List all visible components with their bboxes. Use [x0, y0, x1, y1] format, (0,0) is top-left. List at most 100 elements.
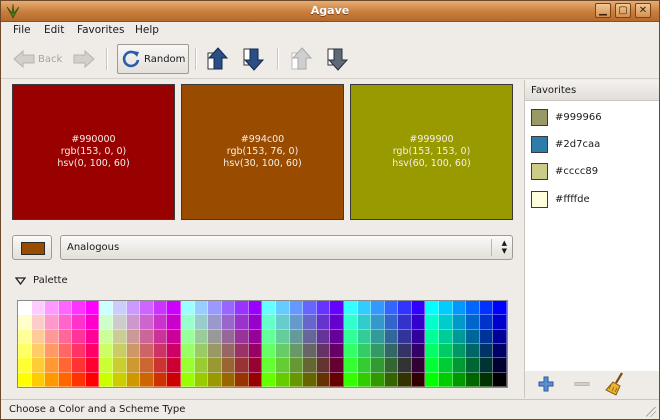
palette-cell[interactable] — [99, 343, 114, 359]
palette-cell[interactable] — [180, 358, 195, 373]
palette-cell[interactable] — [248, 358, 263, 373]
palette-cell[interactable] — [452, 358, 467, 373]
palette-cell[interactable] — [208, 329, 222, 344]
palette-cell[interactable] — [45, 329, 59, 344]
palette-cell[interactable] — [126, 301, 141, 316]
palette-cell[interactable] — [276, 343, 290, 359]
palette-cell[interactable] — [126, 315, 141, 330]
palette-cell[interactable] — [289, 315, 304, 330]
palette-cell[interactable] — [208, 301, 222, 316]
palette-cell[interactable] — [194, 343, 209, 359]
maximize-button[interactable]: ▢ — [615, 3, 631, 18]
palette-cell[interactable] — [466, 315, 480, 330]
palette-cell[interactable] — [303, 372, 317, 387]
palette-cell[interactable] — [58, 315, 73, 330]
menu-favorites[interactable]: Favorites — [77, 24, 124, 36]
palette-cell[interactable] — [398, 372, 412, 387]
palette-cell[interactable] — [194, 301, 209, 316]
palette-cell[interactable] — [262, 372, 277, 387]
color-picker-button[interactable] — [12, 235, 52, 260]
palette-cell[interactable] — [208, 358, 222, 373]
palette-cell[interactable] — [479, 315, 494, 330]
palette-cell[interactable] — [235, 329, 249, 344]
palette-cell[interactable] — [439, 301, 453, 316]
palette-cell[interactable] — [316, 372, 331, 387]
palette-cell[interactable] — [99, 358, 114, 373]
palette-cell[interactable] — [18, 358, 32, 373]
palette-cell[interactable] — [113, 315, 127, 330]
palette-cell[interactable] — [85, 301, 100, 316]
palette-cell[interactable] — [153, 358, 168, 373]
palette-cell[interactable] — [479, 372, 494, 387]
palette-cell[interactable] — [31, 315, 46, 330]
palette-cell[interactable] — [493, 358, 507, 373]
palette-cell[interactable] — [343, 358, 358, 373]
palette-cell[interactable] — [221, 301, 236, 316]
palette-cell[interactable] — [411, 301, 426, 316]
menu-edit[interactable]: Edit — [44, 24, 64, 36]
palette-cell[interactable] — [208, 372, 222, 387]
palette-cell[interactable] — [343, 372, 358, 387]
palette-cell[interactable] — [85, 358, 100, 373]
palette-cell[interactable] — [330, 372, 344, 387]
palette-cell[interactable] — [289, 372, 304, 387]
broom-clear-icon[interactable] — [605, 372, 627, 396]
palette-cell[interactable] — [384, 372, 399, 387]
palette-cell[interactable] — [439, 358, 453, 373]
palette-cell[interactable] — [167, 329, 181, 344]
palette-cell[interactable] — [208, 315, 222, 330]
favorite-item[interactable]: #cccc89 — [531, 161, 598, 181]
menu-file[interactable]: File — [13, 24, 31, 36]
palette-cell[interactable] — [411, 343, 426, 359]
palette-cell[interactable] — [99, 301, 114, 316]
palette-cell[interactable] — [303, 329, 317, 344]
palette-cell[interactable] — [384, 301, 399, 316]
remove-favorite-icon[interactable] — [574, 376, 590, 392]
palette-cell[interactable] — [31, 358, 46, 373]
palette-cell[interactable] — [153, 315, 168, 330]
palette-cell[interactable] — [140, 372, 154, 387]
palette-cell[interactable] — [58, 358, 73, 373]
palette-cell[interactable] — [31, 343, 46, 359]
saturate-button[interactable] — [291, 44, 313, 74]
palette-cell[interactable] — [153, 343, 168, 359]
palette-cell[interactable] — [425, 329, 440, 344]
palette-cell[interactable] — [31, 329, 46, 344]
random-button[interactable]: Random — [117, 44, 190, 74]
palette-cell[interactable] — [466, 301, 480, 316]
palette-cell[interactable] — [113, 343, 127, 359]
palette-cell[interactable] — [425, 315, 440, 330]
palette-cell[interactable] — [316, 358, 331, 373]
palette-cell[interactable] — [194, 372, 209, 387]
palette-cell[interactable] — [371, 315, 385, 330]
palette-cell[interactable] — [262, 343, 277, 359]
palette-cell[interactable] — [194, 329, 209, 344]
palette-cell[interactable] — [493, 343, 507, 359]
palette-cell[interactable] — [343, 329, 358, 344]
palette-cell[interactable] — [126, 329, 141, 344]
palette-cell[interactable] — [167, 301, 181, 316]
palette-cell[interactable] — [452, 329, 467, 344]
palette-cell[interactable] — [72, 301, 86, 316]
palette-cell[interactable] — [58, 372, 73, 387]
palette-cell[interactable] — [221, 329, 236, 344]
palette-cell[interactable] — [248, 372, 263, 387]
palette-expander[interactable]: Palette — [15, 275, 68, 286]
palette-cell[interactable] — [411, 358, 426, 373]
palette-cell[interactable] — [99, 315, 114, 330]
palette-cell[interactable] — [316, 315, 331, 330]
palette-cell[interactable] — [276, 329, 290, 344]
palette-cell[interactable] — [289, 301, 304, 316]
palette-cell[interactable] — [180, 315, 195, 330]
palette-cell[interactable] — [276, 301, 290, 316]
palette-cell[interactable] — [18, 372, 32, 387]
palette-cell[interactable] — [45, 358, 59, 373]
palette-cell[interactable] — [262, 358, 277, 373]
palette-cell[interactable] — [140, 343, 154, 359]
palette-cell[interactable] — [235, 372, 249, 387]
palette-cell[interactable] — [18, 329, 32, 344]
palette-cell[interactable] — [140, 358, 154, 373]
palette-cell[interactable] — [303, 343, 317, 359]
palette-cell[interactable] — [289, 329, 304, 344]
palette-cell[interactable] — [85, 343, 100, 359]
